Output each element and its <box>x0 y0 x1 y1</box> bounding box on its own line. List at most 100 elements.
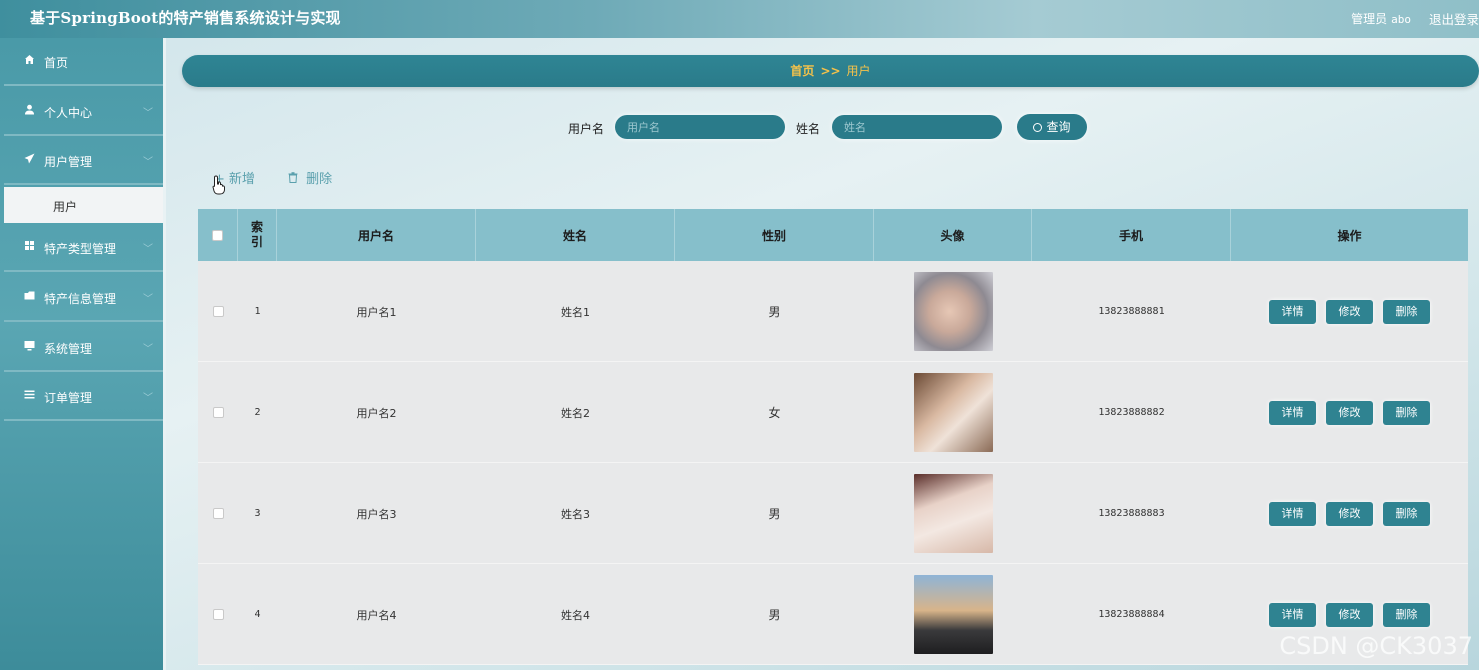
row-checkbox[interactable] <box>212 609 224 620</box>
cell-index: 3 <box>254 508 261 519</box>
row-checkbox[interactable] <box>212 306 224 317</box>
app-title: 基于SpringBoot的特产销售系统设计与实现 <box>30 9 341 27</box>
detail-button[interactable]: 详情 <box>1269 401 1316 425</box>
username-search-input[interactable] <box>615 115 785 139</box>
table-row: 2 用户名2 姓名2 女 13823888882 详情 修改 删除 <box>198 362 1468 463</box>
edit-button[interactable]: 修改 <box>1326 603 1373 627</box>
top-bar: 基于SpringBoot的特产销售系统设计与实现 管理员 abo 退出登录 <box>0 0 1479 38</box>
cell-username: 用户名1 <box>356 305 397 319</box>
row-checkbox-cell <box>198 564 238 665</box>
cell-username: 用户名4 <box>356 608 397 622</box>
avatar-image <box>913 474 993 553</box>
detail-button[interactable]: 详情 <box>1269 300 1316 324</box>
sidebar-item-orders[interactable]: 订单管理 ﹀ <box>4 373 163 421</box>
sidebar-item-user-management[interactable]: 用户管理 ﹀ <box>4 137 163 185</box>
delete-button[interactable]: 删除 <box>1383 401 1430 425</box>
logout-button[interactable]: 退出登录 <box>1429 9 1479 28</box>
detail-button[interactable]: 详情 <box>1269 603 1316 627</box>
role-label: 管理员 <box>1351 12 1388 26</box>
select-all-cell <box>198 209 238 261</box>
header-name: 姓名 <box>476 209 675 261</box>
mouse-cursor-icon <box>212 175 226 199</box>
avatar-image <box>913 272 993 351</box>
header-phone: 手机 <box>1032 209 1231 261</box>
cell-name: 姓名2 <box>561 406 590 420</box>
search-button[interactable]: 查询 <box>1017 114 1087 140</box>
cell-avatar <box>874 463 1032 564</box>
cell-index: 1 <box>254 306 261 317</box>
sidebar-item-label: 订单管理 <box>44 391 93 405</box>
username-search-label: 用户名 <box>568 122 605 136</box>
cell-operations: 详情 修改 删除 <box>1231 463 1468 564</box>
chevron-down-icon: ﹀ <box>143 244 153 255</box>
monitor-icon <box>24 340 36 354</box>
sidebar-item-label: 用户管理 <box>44 155 93 169</box>
delete-button[interactable]: 删除 <box>1383 300 1430 324</box>
table-row: 4 用户名4 姓名4 男 13823888884 详情 修改 删除 <box>198 564 1468 665</box>
sidebar-item-profile[interactable]: 个人中心 ﹀ <box>4 88 163 136</box>
header-avatar: 头像 <box>874 209 1032 261</box>
sidebar-item-product-info[interactable]: 特产信息管理 ﹀ <box>4 274 163 322</box>
row-checkbox[interactable] <box>212 407 224 418</box>
cell-operations: 详情 修改 删除 <box>1231 362 1468 463</box>
select-all-checkbox[interactable] <box>212 229 223 241</box>
sidebar-item-system[interactable]: 系统管理 ﹀ <box>4 324 163 372</box>
cell-phone: 13823888881 <box>1098 306 1165 317</box>
batch-delete-button[interactable]: 删除 <box>288 168 332 187</box>
header-gender: 性别 <box>675 209 874 261</box>
breadcrumb: 首页 >> 用户 <box>182 55 1479 87</box>
sidebar-item-label: 特产信息管理 <box>44 292 117 306</box>
delete-button[interactable]: 删除 <box>1383 502 1430 526</box>
grid-icon <box>24 240 36 254</box>
cell-index: 2 <box>254 407 261 418</box>
chevron-down-icon: ﹀ <box>143 344 153 355</box>
row-checkbox[interactable] <box>212 508 224 519</box>
cell-username: 用户名2 <box>356 406 397 420</box>
sidebar-item-product-type[interactable]: 特产类型管理 ﹀ <box>4 224 163 272</box>
edit-button[interactable]: 修改 <box>1326 300 1373 324</box>
user-icon <box>24 104 36 118</box>
breadcrumb-home[interactable]: 首页 <box>790 64 814 78</box>
row-checkbox-cell <box>198 362 238 463</box>
sidebar-item-label: 特产类型管理 <box>44 242 117 256</box>
cell-operations: 详情 修改 删除 <box>1231 261 1468 362</box>
header-operations: 操作 <box>1337 228 1362 243</box>
cell-name: 姓名3 <box>561 507 590 521</box>
search-icon <box>1033 123 1043 132</box>
avatar-image <box>913 373 993 452</box>
breadcrumb-current: 用户 <box>846 64 871 78</box>
cell-phone: 13823888882 <box>1098 407 1165 418</box>
cell-gender: 男 <box>768 608 781 622</box>
folder-icon <box>24 290 36 304</box>
row-checkbox-cell <box>198 463 238 564</box>
cell-phone: 13823888884 <box>1098 609 1165 620</box>
name-search-input[interactable] <box>832 115 1002 139</box>
edit-button[interactable]: 修改 <box>1326 502 1373 526</box>
add-button-label: 新增 <box>228 172 255 187</box>
delete-button[interactable]: 删除 <box>1383 603 1430 627</box>
user-info: 管理员 abo <box>1351 10 1411 27</box>
send-icon <box>24 153 36 167</box>
detail-button[interactable]: 详情 <box>1269 502 1316 526</box>
watermark: CSDN @CK3037 <box>1279 632 1473 660</box>
chevron-down-icon: ﹀ <box>143 294 153 305</box>
cell-avatar <box>874 362 1032 463</box>
cell-name: 姓名1 <box>561 305 590 319</box>
sidebar-item-home[interactable]: 首页 <box>4 38 163 86</box>
sidebar-item-label: 系统管理 <box>44 342 93 356</box>
sidebar-subitem-user[interactable]: 用户 <box>4 187 163 223</box>
trash-icon <box>288 172 302 187</box>
cell-index: 4 <box>254 609 261 620</box>
chevron-down-icon: ﹀ <box>143 393 153 404</box>
breadcrumb-separator: >> <box>820 64 841 78</box>
sidebar-item-label: 首页 <box>44 56 69 70</box>
cell-username: 用户名3 <box>356 507 397 521</box>
cell-gender: 女 <box>768 406 781 420</box>
avatar-image <box>913 575 993 654</box>
cell-phone: 13823888883 <box>1098 508 1165 519</box>
edit-button[interactable]: 修改 <box>1326 401 1373 425</box>
cell-name: 姓名4 <box>561 608 590 622</box>
table-row: 3 用户名3 姓名3 男 13823888883 详情 修改 删除 <box>198 463 1468 564</box>
chevron-down-icon: ﹀ <box>143 157 153 168</box>
delete-button-label: 删除 <box>306 172 333 187</box>
